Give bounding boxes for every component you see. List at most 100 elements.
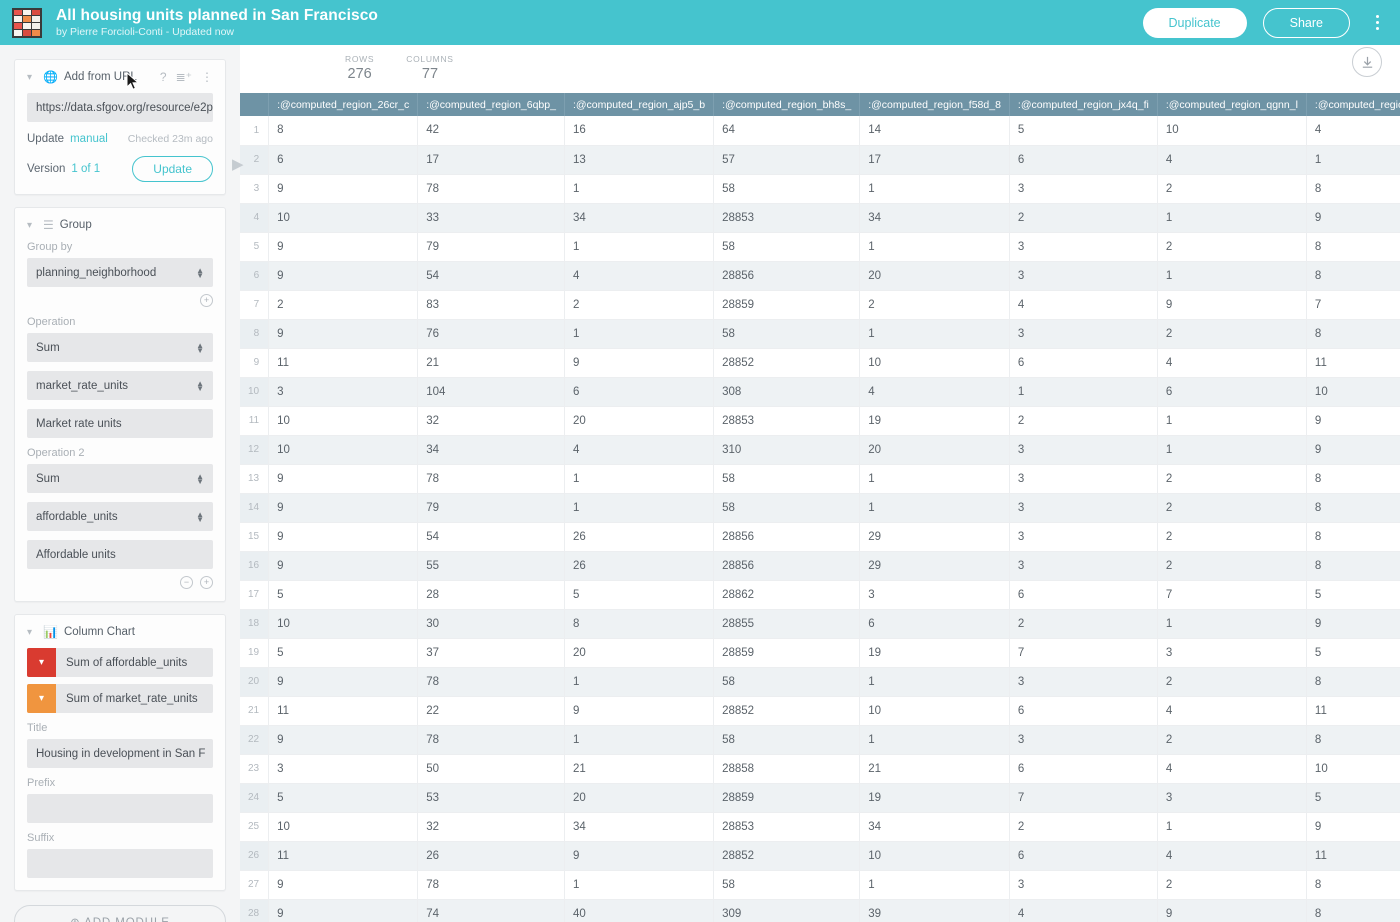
table-row[interactable]: 13978158132810 xyxy=(240,464,1400,494)
table-cell[interactable]: 6 xyxy=(1009,841,1158,871)
table-cell[interactable]: 3 xyxy=(1009,232,1158,262)
table-cell[interactable]: 4 xyxy=(1157,696,1307,726)
table-cell[interactable]: 1 xyxy=(564,667,715,697)
table-cell[interactable]: 11 xyxy=(268,348,419,378)
table-cell[interactable]: 21 xyxy=(417,348,565,378)
chevron-down-icon[interactable]: ▾ xyxy=(27,72,37,83)
table-cell[interactable]: 9 xyxy=(1306,406,1400,436)
table-cell[interactable]: 1 xyxy=(859,319,1010,349)
table-cell[interactable]: 5 xyxy=(1306,638,1400,668)
chevron-down-icon[interactable]: ▾ xyxy=(27,627,37,638)
table-cell[interactable]: 33 xyxy=(417,203,565,233)
table-cell[interactable]: 58 xyxy=(713,725,861,755)
table-cell[interactable]: 8 xyxy=(1306,551,1400,581)
table-row[interactable]: 12103443102031914 xyxy=(240,435,1400,465)
table-cell[interactable]: 1 xyxy=(1157,609,1307,639)
table-row[interactable]: 728322885924972 xyxy=(240,290,1400,320)
table-cell[interactable]: 28853 xyxy=(713,812,861,842)
table-cell[interactable]: 1 xyxy=(1157,261,1307,291)
table-cell[interactable]: 8 xyxy=(1306,319,1400,349)
chevron-down-icon[interactable]: ▾ xyxy=(27,220,37,231)
table-cell[interactable]: 1 xyxy=(859,464,1010,494)
chart-title-input[interactable]: Housing in development in San F xyxy=(27,739,213,768)
operation2-alias-input[interactable]: Affordable units xyxy=(27,540,213,569)
table-cell[interactable]: 2 xyxy=(1157,319,1307,349)
table-cell[interactable]: 5 xyxy=(268,783,419,813)
table-cell[interactable]: 9 xyxy=(564,841,715,871)
update-mode-link[interactable]: manual xyxy=(70,133,108,145)
table-cell[interactable]: 9 xyxy=(268,493,419,523)
table-cell[interactable]: 4 xyxy=(1306,116,1400,146)
table-cell[interactable]: 58 xyxy=(713,667,861,697)
table-cell[interactable]: 6 xyxy=(1157,377,1307,407)
table-cell[interactable]: 6 xyxy=(268,145,419,175)
table-cell[interactable]: 1 xyxy=(859,174,1010,204)
table-cell[interactable]: 58 xyxy=(713,870,861,900)
table-cell[interactable]: 9 xyxy=(268,319,419,349)
column-header[interactable]: :@computed_region_rxqg_n xyxy=(1306,93,1400,116)
table-cell[interactable]: 9 xyxy=(268,522,419,552)
table-cell[interactable]: 7 xyxy=(1306,290,1400,320)
column-header[interactable]: :@computed_region_qgnn_l xyxy=(1157,93,1307,116)
table-cell[interactable]: 11 xyxy=(1306,348,1400,378)
table-cell[interactable]: 1 xyxy=(1157,435,1307,465)
table-cell[interactable]: 2 xyxy=(1157,551,1307,581)
table-cell[interactable]: 4 xyxy=(1009,899,1158,922)
help-icon[interactable]: ? xyxy=(160,70,167,84)
table-cell[interactable]: 1 xyxy=(859,232,1010,262)
table-cell[interactable]: 28859 xyxy=(713,638,861,668)
table-cell[interactable]: 2 xyxy=(1157,232,1307,262)
table-cell[interactable]: 3 xyxy=(1009,725,1158,755)
table-row[interactable]: 69544288562031814 xyxy=(240,261,1400,291)
table-cell[interactable]: 2 xyxy=(1009,406,1158,436)
table-cell[interactable]: 37 xyxy=(417,638,565,668)
table-cell[interactable]: 1 xyxy=(564,232,715,262)
operation-field-select[interactable]: market_rate_units ▲ ▼ xyxy=(27,371,213,400)
table-row[interactable]: 2611269288521064117 xyxy=(240,841,1400,871)
table-cell[interactable]: 74 xyxy=(417,899,565,922)
table-cell[interactable]: 17 xyxy=(417,145,565,175)
table-row[interactable]: 195372028859197358 xyxy=(240,638,1400,668)
table-cell[interactable]: 58 xyxy=(713,464,861,494)
table-cell[interactable]: 3 xyxy=(1009,174,1158,204)
table-row[interactable]: 8976158132810 xyxy=(240,319,1400,349)
table-row[interactable]: 245532028859197352 xyxy=(240,783,1400,813)
table-cell[interactable]: 54 xyxy=(417,522,565,552)
table-cell[interactable]: 9 xyxy=(1157,899,1307,922)
table-cell[interactable]: 57 xyxy=(713,145,861,175)
table-cell[interactable]: 78 xyxy=(417,464,565,494)
table-cell[interactable]: 9 xyxy=(564,696,715,726)
table-cell[interactable]: 7 xyxy=(1157,580,1307,610)
table-cell[interactable]: 58 xyxy=(713,174,861,204)
table-cell[interactable]: 2 xyxy=(268,290,419,320)
table-cell[interactable]: 58 xyxy=(713,319,861,349)
table-cell[interactable]: 21 xyxy=(564,754,715,784)
table-cell[interactable]: 40 xyxy=(564,899,715,922)
url-input[interactable]: https://data.sfgov.org/resource/e2p xyxy=(27,93,213,122)
table-cell[interactable]: 34 xyxy=(564,812,715,842)
table-cell[interactable]: 3 xyxy=(1157,638,1307,668)
table-cell[interactable]: 26 xyxy=(417,841,565,871)
sort-icon[interactable]: ≣⁺ xyxy=(176,70,192,84)
table-row[interactable]: 23350212885821641013 xyxy=(240,754,1400,784)
table-cell[interactable]: 28853 xyxy=(713,203,861,233)
table-cell[interactable]: 42 xyxy=(417,116,565,146)
table-cell[interactable]: 20 xyxy=(564,638,715,668)
table-cell[interactable]: 28853 xyxy=(713,406,861,436)
table-row[interactable]: 1031046308416103 xyxy=(240,377,1400,407)
table-cell[interactable]: 19 xyxy=(859,783,1010,813)
table-cell[interactable]: 1 xyxy=(1009,377,1158,407)
table-cell[interactable]: 8 xyxy=(1306,261,1400,291)
table-row[interactable]: 1752852886236757 xyxy=(240,580,1400,610)
table-cell[interactable]: 2 xyxy=(859,290,1010,320)
minus-circle-icon[interactable]: − xyxy=(180,576,193,589)
table-cell[interactable]: 10 xyxy=(268,203,419,233)
table-cell[interactable]: 29 xyxy=(859,522,1010,552)
table-cell[interactable]: 9 xyxy=(1306,609,1400,639)
table-cell[interactable]: 64 xyxy=(713,116,861,146)
table-row[interactable]: 1695526288562932810 xyxy=(240,551,1400,581)
table-cell[interactable]: 4 xyxy=(564,435,715,465)
table-cell[interactable]: 79 xyxy=(417,232,565,262)
table-cell[interactable]: 6 xyxy=(564,377,715,407)
table-cell[interactable]: 10 xyxy=(1157,116,1307,146)
